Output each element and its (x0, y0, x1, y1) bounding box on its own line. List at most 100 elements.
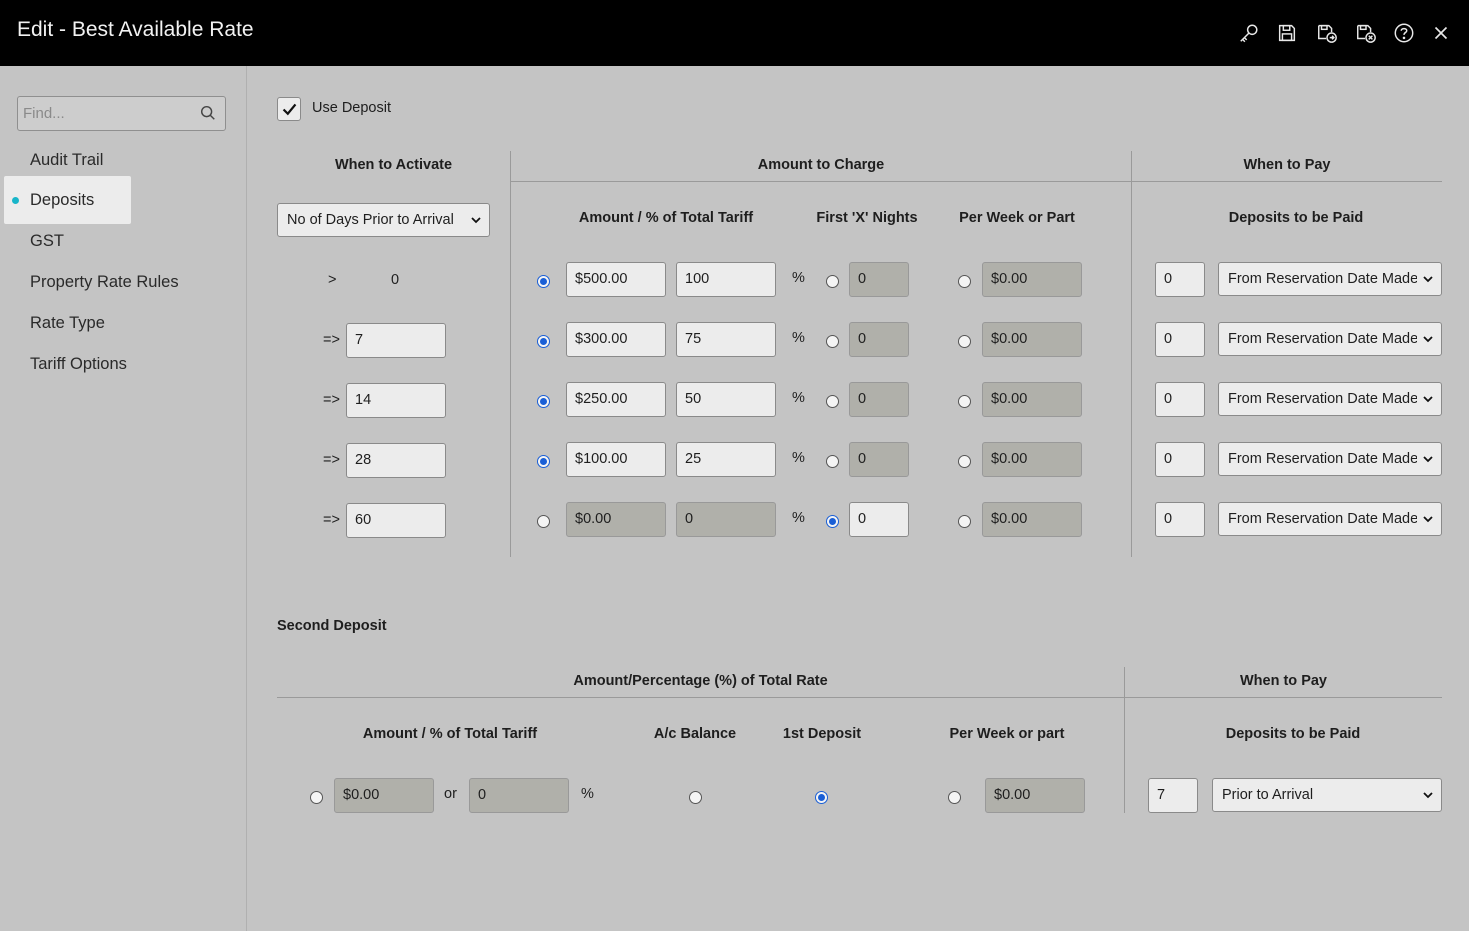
percent-input[interactable]: 50 (676, 382, 776, 417)
amount-input[interactable]: $300.00 (566, 322, 666, 357)
per-week-input[interactable]: $0.00 (982, 262, 1082, 297)
amount-input[interactable]: $250.00 (566, 382, 666, 417)
percent-symbol: % (581, 786, 594, 802)
percent-symbol: % (792, 330, 805, 346)
header-amount-to-charge: Amount to Charge (757, 157, 885, 173)
save-and-close-icon[interactable] (1314, 20, 1340, 46)
per-week-input[interactable]: $0.00 (982, 322, 1082, 357)
sidebar-item-deposits[interactable]: Deposits (30, 191, 94, 210)
first-nights-input[interactable]: 0 (849, 442, 909, 477)
second-amount-radio[interactable] (310, 791, 323, 804)
column-divider (510, 151, 511, 557)
second-per-week-radio[interactable] (948, 791, 961, 804)
save-and-exit-icon[interactable] (1353, 20, 1379, 46)
sidebar-item-tariff-options[interactable]: Tariff Options (30, 355, 127, 374)
title-bar: Edit - Best Available Rate (0, 0, 1469, 66)
column-divider (1131, 151, 1132, 557)
days-input[interactable]: 7 (346, 323, 446, 358)
percent-input[interactable]: 25 (676, 442, 776, 477)
pay-when-select[interactable]: From Reservation Date Made (1218, 382, 1442, 416)
days-input[interactable]: 28 (346, 443, 446, 478)
second-percent-input[interactable]: 0 (469, 778, 569, 813)
per-week-input[interactable]: $0.00 (982, 442, 1082, 477)
per-week-radio[interactable] (958, 395, 971, 408)
sidebar-item-property-rate-rules[interactable]: Property Rate Rules (30, 273, 179, 292)
sidebar-item-audit-trail[interactable]: Audit Trail (30, 151, 103, 170)
first-deposit-radio[interactable] (815, 791, 828, 804)
per-week-input[interactable]: $0.00 (982, 382, 1082, 417)
pay-days-input[interactable]: 0 (1155, 502, 1205, 537)
header-per-week: Per Week or part (949, 726, 1065, 742)
first-nights-radio[interactable] (826, 395, 839, 408)
sidebar-item-rate-type[interactable]: Rate Type (30, 314, 105, 333)
pay-days-input[interactable]: 0 (1155, 322, 1205, 357)
percent-symbol: % (792, 390, 805, 406)
second-per-week-input[interactable]: $0.00 (985, 778, 1085, 813)
activate-select[interactable]: No of Days Prior to Arrival (277, 203, 490, 237)
help-icon[interactable] (1391, 20, 1417, 46)
first-nights-input[interactable]: 0 (849, 322, 909, 357)
chevron-down-icon (471, 217, 481, 224)
percent-input[interactable]: 0 (676, 502, 776, 537)
row-operator: => (323, 392, 340, 408)
pay-when-select[interactable]: From Reservation Date Made (1218, 442, 1442, 476)
header-per-week: Per Week or Part (959, 210, 1075, 226)
per-week-radio[interactable] (958, 455, 971, 468)
key-icon[interactable] (1236, 20, 1262, 46)
row-operator: => (323, 332, 340, 348)
pay-when-select[interactable]: From Reservation Date Made (1218, 262, 1442, 296)
header-divider (277, 697, 1442, 698)
amount-radio[interactable] (537, 395, 550, 408)
ac-balance-radio[interactable] (689, 791, 702, 804)
pay-days-input[interactable]: 0 (1155, 442, 1205, 477)
second-deposit-title: Second Deposit (277, 618, 387, 634)
days-input[interactable]: 60 (346, 503, 446, 538)
use-deposit-checkbox[interactable] (277, 97, 301, 121)
search-box[interactable] (17, 96, 226, 131)
sidebar: Audit Trail Deposits GST Property Rate R… (0, 66, 247, 931)
per-week-input[interactable]: $0.00 (982, 502, 1082, 537)
chevron-down-icon (1423, 396, 1433, 403)
first-nights-radio[interactable] (826, 275, 839, 288)
search-icon[interactable] (199, 104, 217, 122)
header-deposits-to-be-paid: Deposits to be Paid (1225, 726, 1361, 742)
second-pay-days-input[interactable]: 7 (1148, 778, 1198, 813)
pay-days-input[interactable]: 0 (1155, 382, 1205, 417)
pay-when-select[interactable]: From Reservation Date Made (1218, 502, 1442, 536)
first-nights-input[interactable]: 0 (849, 382, 909, 417)
first-nights-radio[interactable] (826, 455, 839, 468)
percent-input[interactable]: 75 (676, 322, 776, 357)
first-nights-radio[interactable] (826, 335, 839, 348)
second-pay-when-select[interactable]: Prior to Arrival (1212, 778, 1442, 812)
first-nights-input[interactable]: 0 (849, 262, 909, 297)
per-week-radio[interactable] (958, 515, 971, 528)
pay-when-select[interactable]: From Reservation Date Made (1218, 322, 1442, 356)
percent-symbol: % (792, 450, 805, 466)
amount-radio[interactable] (537, 515, 550, 528)
days-input[interactable]: 14 (346, 383, 446, 418)
column-divider (1124, 667, 1125, 813)
percent-input[interactable]: 100 (676, 262, 776, 297)
sidebar-item-gst[interactable]: GST (30, 232, 64, 251)
close-icon[interactable] (1428, 20, 1454, 46)
amount-radio[interactable] (537, 275, 550, 288)
amount-input[interactable]: $100.00 (566, 442, 666, 477)
amount-input[interactable]: $500.00 (566, 262, 666, 297)
first-nights-radio[interactable] (826, 515, 839, 528)
percent-symbol: % (792, 510, 805, 526)
per-week-radio[interactable] (958, 275, 971, 288)
second-amount-input[interactable]: $0.00 (334, 778, 434, 813)
amount-radio[interactable] (537, 335, 550, 348)
search-input[interactable] (18, 97, 198, 130)
first-nights-input[interactable]: 0 (849, 502, 909, 537)
save-icon[interactable] (1274, 20, 1300, 46)
amount-input[interactable]: $0.00 (566, 502, 666, 537)
header-when-to-pay: When to Pay (1239, 673, 1327, 689)
pay-days-input[interactable]: 0 (1155, 262, 1205, 297)
amount-radio[interactable] (537, 455, 550, 468)
chevron-down-icon (1423, 456, 1433, 463)
header-first-deposit: 1st Deposit (782, 726, 862, 742)
checkmark-icon (282, 103, 297, 116)
per-week-radio[interactable] (958, 335, 971, 348)
chevron-down-icon (1423, 792, 1433, 799)
